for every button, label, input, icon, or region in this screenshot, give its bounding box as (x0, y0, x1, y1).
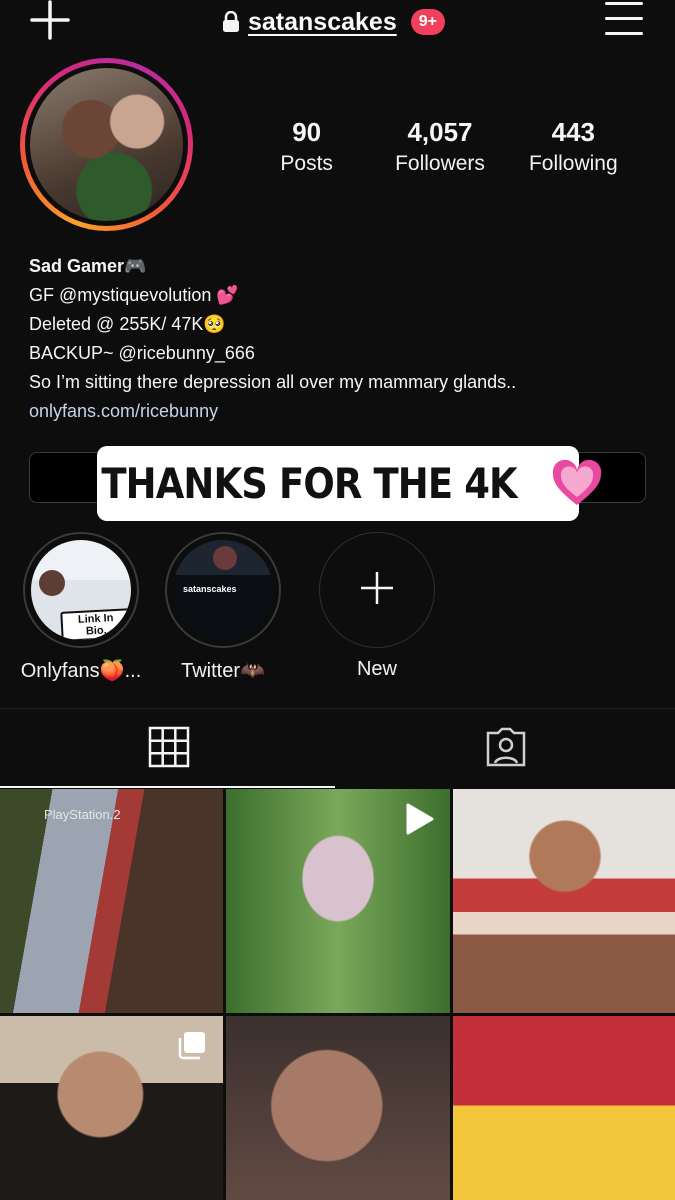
bio-line: GF @mystiquevolution 💕 (29, 285, 239, 305)
followers-count: 4,057 (407, 117, 473, 147)
following-label: Following (528, 152, 618, 175)
play-icon (404, 803, 434, 835)
top-bar: satanscakes 9+ (0, 0, 675, 44)
post-thumbnail[interactable] (226, 1016, 450, 1200)
avatar-story-ring[interactable] (20, 58, 193, 231)
sparkling-heart-icon (551, 459, 603, 509)
post-thumbnail[interactable]: PlayStation.2 (0, 789, 223, 1013)
highlight-overlay-text: Link In Bio. (60, 608, 131, 640)
lock-icon (222, 11, 240, 33)
highlight-onlyfans[interactable]: Link In Bio. Onlyfans🍑... (16, 532, 146, 683)
highlight-label: Twitter🦇 (181, 660, 265, 682)
highlight-thumbnail: satanscakes (173, 540, 273, 640)
highlight-twitter[interactable]: satanscakes Twitter🦇 (158, 532, 288, 683)
highlight-overlay-text: satanscakes (183, 584, 237, 594)
following-count: 443 (551, 117, 596, 147)
bio-link[interactable]: onlyfans.com/ricebunny (29, 397, 649, 426)
post-thumbnail[interactable] (226, 789, 450, 1013)
highlight-thumbnail: Link In Bio. (31, 540, 131, 640)
stat-followers[interactable]: 4,057 Followers (373, 116, 506, 178)
sticker-text: THANKS FOR THE 4K (101, 459, 517, 508)
followers-label: Followers (395, 152, 485, 175)
stat-following[interactable]: 443 Following (507, 116, 640, 178)
notification-badge: 9+ (410, 9, 445, 35)
account-switcher[interactable]: satanscakes 9+ (222, 4, 445, 40)
grid-icon (147, 725, 191, 774)
display-name: Sad Gamer🎮 (29, 256, 147, 276)
carousel-icon (177, 1030, 207, 1060)
highlight-label: Onlyfans🍑... (20, 660, 142, 682)
post-thumbnail[interactable] (0, 1016, 223, 1200)
posts-count: 90 (292, 117, 322, 147)
menu-icon[interactable] (605, 2, 643, 36)
profile-stats: 90 Posts 4,057 Followers 443 Following (240, 116, 640, 178)
bio-line: So I’m sitting there depression all over… (29, 372, 517, 392)
tab-tagged[interactable] (337, 709, 674, 789)
bio-line: BACKUP~ @ricebunny_666 (29, 343, 255, 363)
thanks-sticker: THANKS FOR THE 4K (97, 446, 602, 521)
posts-label: Posts (280, 152, 333, 175)
posts-grid: PlayStation.2 (0, 789, 675, 1200)
plus-icon (359, 570, 395, 611)
tagged-person-icon (484, 725, 528, 774)
stat-posts[interactable]: 90 Posts (240, 116, 373, 178)
bio-line: Deleted @ 255K/ 47K🥺 (29, 314, 226, 334)
post-thumbnail[interactable] (453, 1016, 675, 1200)
profile-username[interactable]: satanscakes (248, 8, 397, 37)
active-tab-indicator (0, 786, 335, 788)
tab-grid[interactable] (0, 709, 337, 789)
post-thumbnail[interactable] (453, 789, 675, 1013)
profile-bio: Sad Gamer🎮 GF @mystiquevolution 💕 Delete… (29, 252, 649, 426)
highlight-label: New (356, 658, 397, 680)
highlight-new[interactable]: New (312, 532, 442, 681)
create-plus-icon[interactable] (28, 0, 72, 40)
post-overlay-text: PlayStation.2 (44, 807, 121, 822)
story-highlights: Link In Bio. Onlyfans🍑... satanscakes Tw… (16, 532, 656, 692)
avatar (30, 68, 183, 221)
